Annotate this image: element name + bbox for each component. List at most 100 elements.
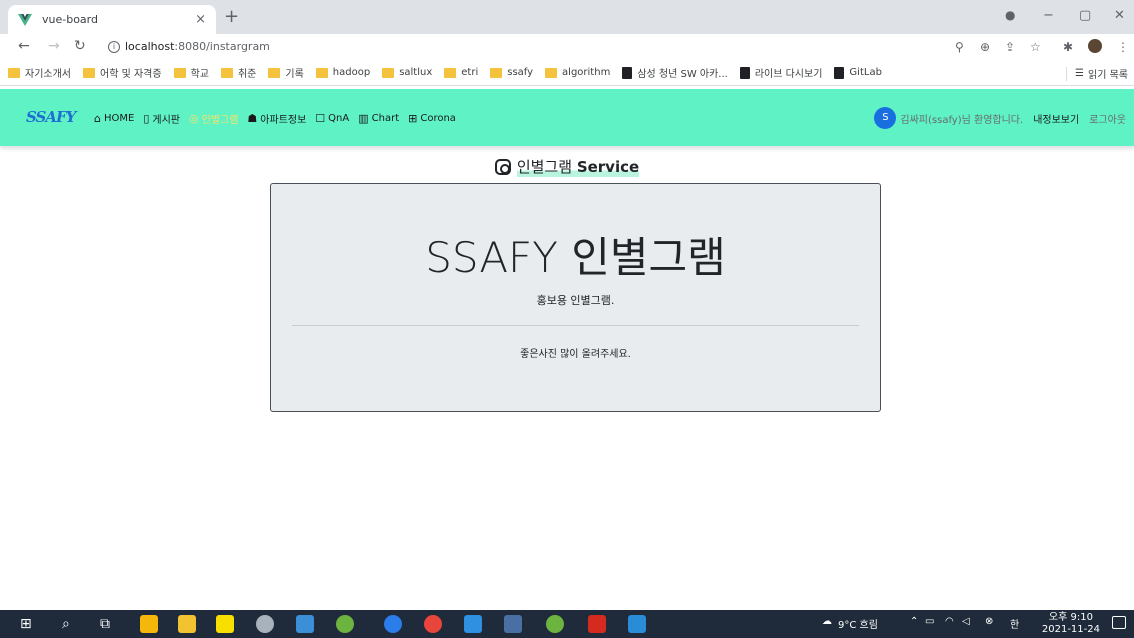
weather-icon[interactable]: ☁ (822, 616, 832, 627)
app-navbar: SSAFY ⌂ HOME ▯ 게시판 ◎ 인별그램 ☗ 아파트정보 ☐ QnA ▥ Char… (0, 89, 1134, 146)
browser-tab[interactable]: vue-board × (8, 5, 216, 34)
close-window-button[interactable]: ✕ (1114, 8, 1125, 23)
nav-item-corona[interactable]: ⊞ Corona (408, 112, 456, 125)
chrome-icon[interactable] (424, 615, 442, 633)
instagram-icon (494, 158, 511, 175)
bookmark-item[interactable]: GitLab (834, 66, 882, 79)
folder-icon (173, 67, 186, 78)
house-icon: ☗ (247, 112, 258, 125)
nav-item-home[interactable]: ⌂ HOME (94, 112, 134, 125)
new-tab-button[interactable]: + (224, 7, 239, 27)
brand-logo[interactable]: SSAFY (26, 108, 76, 126)
app-icon[interactable] (256, 615, 274, 633)
logout-link[interactable]: 로그아웃 (1089, 111, 1126, 126)
file-explorer-icon[interactable] (178, 615, 196, 633)
search-icon[interactable]: ⌕ (62, 615, 70, 633)
chart-icon: ▥ (358, 112, 369, 125)
forward-arrow-icon[interactable]: → (48, 38, 60, 54)
tab-close-icon[interactable]: × (195, 12, 206, 27)
notification-icon[interactable] (1112, 616, 1126, 629)
gitlab-icon (739, 66, 750, 79)
clock-date: 2021-11-24 (1041, 624, 1100, 635)
nav-item-qna[interactable]: ☐ QnA (315, 112, 349, 125)
bookmark-item[interactable]: 삼성 청년 SW 아카... (622, 65, 728, 80)
bookmark-item[interactable]: ssafy (490, 67, 533, 78)
browser-tab-strip: vue-board × + ● − ▢ ✕ (0, 0, 1134, 34)
app-icon[interactable] (384, 615, 402, 633)
minimize-button[interactable]: − (1043, 8, 1054, 23)
folder-icon (83, 67, 95, 78)
spring-tool-icon[interactable] (546, 615, 564, 633)
tray-expand-icon[interactable]: ⌃ (910, 616, 918, 627)
maximize-button[interactable]: ▢ (1079, 8, 1091, 23)
battery-icon[interactable]: ▭ (925, 616, 934, 627)
back-arrow-icon[interactable]: ← (18, 38, 30, 54)
kakaotalk-icon[interactable] (216, 615, 234, 633)
menu-kebab-icon[interactable]: ⋮ (1117, 40, 1129, 54)
sticky-notes-icon[interactable] (140, 615, 158, 633)
site-info-icon[interactable]: i (108, 40, 120, 53)
divider (292, 325, 859, 326)
board-icon: ▯ (143, 112, 150, 125)
wifi-icon[interactable]: ◠ (945, 616, 954, 627)
welcome-text: 김싸피(ssafy)님 환영합니다. (900, 114, 1024, 126)
bookmark-item[interactable]: algorithm (545, 67, 610, 78)
tab-title: vue-board (42, 13, 98, 26)
bookmark-item[interactable]: 어학 및 자격증 (83, 65, 162, 80)
share-icon[interactable]: ⇪ (1005, 40, 1015, 54)
volume-icon[interactable]: ◁ (962, 616, 970, 627)
bookmark-item[interactable]: 자기소개서 (8, 65, 71, 80)
jumbotron: SSAFY 인별그램 홍보용 인별그램. 좋은사진 많이 올려주세요. (270, 183, 881, 412)
url-path: :8080/instargram (174, 40, 270, 53)
folder-icon (315, 67, 328, 78)
bookmark-item[interactable]: etri (444, 67, 478, 78)
bookmark-item[interactable]: 라이브 다시보기 (739, 65, 822, 80)
nav-item-board[interactable]: ▯ 게시판 (143, 111, 180, 126)
spring-tool-icon[interactable] (336, 615, 354, 633)
bookmark-item[interactable]: saltlux (382, 67, 432, 78)
gitlab-icon (834, 66, 845, 79)
bookmark-star-icon[interactable]: ☆ (1030, 40, 1041, 54)
app-icon[interactable] (628, 615, 646, 633)
system-clock[interactable]: 오후 9:10 2021-11-24 (1042, 612, 1100, 636)
extensions-icon[interactable]: ✱ (1063, 40, 1073, 54)
taskbar: ⊞ ⌕ ⧉ ☁ 9°C 흐림 ⌃ ▭ ◠ ◁ ⊗ 한 오후 9:10 2021-… (0, 610, 1134, 638)
nav-item-apartment[interactable]: ☗ 아파트정보 (247, 111, 306, 126)
bookmark-item[interactable]: hadoop (315, 67, 370, 78)
page-title-text: 인별그램 Service (516, 156, 640, 177)
profile-avatar-icon[interactable] (1088, 39, 1102, 53)
bookmark-item[interactable]: 학교 (173, 65, 209, 80)
ime-indicator[interactable]: 한 (1010, 616, 1019, 631)
folder-icon (220, 67, 233, 78)
nav-item-instagram[interactable]: ◎ 인별그램 (189, 111, 238, 126)
vscode-icon[interactable] (464, 615, 482, 633)
instagram-icon: ◎ (189, 112, 199, 125)
bookmark-item[interactable]: 기록 (268, 65, 304, 80)
browser-toolbar: ← → ↻ i localhost:8080/instargram ⚲ ⊕ ⇪ … (0, 34, 1134, 60)
app-icon[interactable] (296, 615, 314, 633)
mypage-link[interactable]: 내정보보기 (1033, 111, 1079, 126)
acrobat-icon[interactable] (588, 615, 606, 633)
avatar[interactable]: S (874, 107, 897, 129)
zoom-icon[interactable]: ⊕ (980, 40, 990, 54)
reload-icon[interactable]: ↻ (74, 38, 86, 54)
status-icon[interactable]: ⊗ (985, 616, 993, 627)
task-view-icon[interactable]: ⧉ (100, 615, 110, 633)
profile-icon[interactable]: ● (1005, 8, 1015, 22)
bookmark-item[interactable]: 취준 (220, 65, 256, 80)
address-bar[interactable]: i localhost:8080/instargram (108, 40, 270, 53)
url-host: localhost (125, 40, 175, 53)
divider (1066, 66, 1068, 81)
location-pin-icon[interactable]: ⚲ (955, 40, 964, 54)
jumbotron-lead: 홍보용 인별그램. (536, 294, 615, 307)
nav-item-chart[interactable]: ▥ Chart (358, 112, 399, 125)
clock-time: 오후 9:10 (1048, 612, 1093, 623)
reading-list[interactable]: ☰ 읽기 목록 (1066, 66, 1128, 81)
app-icon[interactable] (504, 615, 522, 633)
folder-icon (545, 67, 558, 78)
vue-logo-icon (18, 13, 32, 26)
windows-start-icon[interactable]: ⊞ (20, 615, 32, 633)
weather-text[interactable]: 9°C 흐림 (838, 616, 878, 631)
folder-icon (382, 67, 395, 78)
folder-icon (490, 67, 503, 78)
